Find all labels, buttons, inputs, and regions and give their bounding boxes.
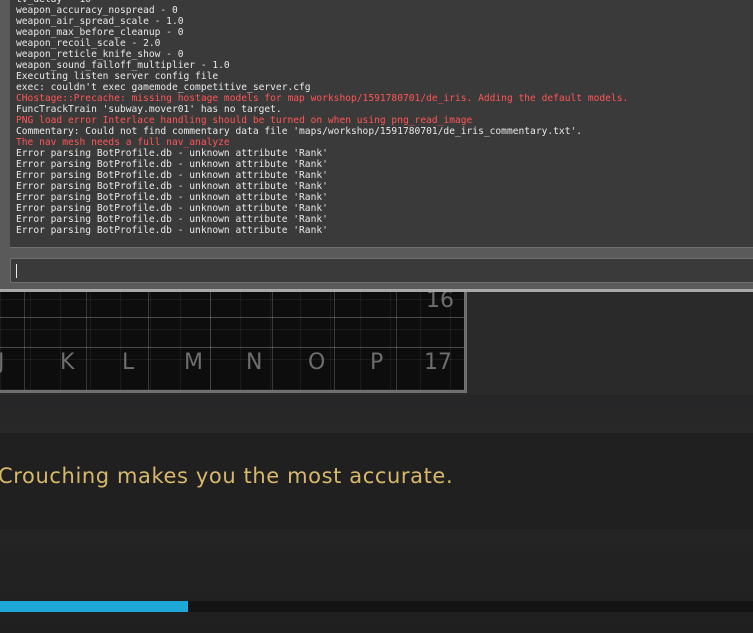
map-grid-line [0, 317, 464, 318]
loading-hint-text: Crouching makes you the most accurate. [0, 464, 454, 488]
game-screen: JKLMNOP 16 17 Crouching makes you the mo… [0, 0, 753, 633]
map-grid-line [148, 280, 149, 390]
console-line: Error parsing BotProfile.db - unknown at… [16, 192, 328, 203]
console-line: Error parsing BotProfile.db - unknown at… [16, 170, 328, 181]
map-column-letter: K [60, 350, 75, 375]
map-grid-line [210, 280, 211, 390]
map-grid-line [396, 280, 397, 390]
console-line: exec: couldn't exec gamemode_competitive… [16, 82, 311, 93]
map-column-letter: O [308, 350, 326, 375]
console-line: weapon_accuracy_nospread - 0 [16, 5, 178, 16]
loading-progress-bar [0, 601, 753, 612]
console-line: Error parsing BotProfile.db - unknown at… [16, 159, 328, 170]
map-overview-panel: JKLMNOP 16 17 [0, 280, 467, 393]
map-column-letter: P [370, 350, 384, 375]
map-column-letter: N [246, 350, 263, 375]
console-line: Error parsing BotProfile.db - unknown at… [16, 225, 328, 236]
map-column-letter: J [0, 350, 5, 375]
console-line: weapon_max_before_cleanup - 0 [16, 27, 184, 38]
console-line: Error parsing BotProfile.db - unknown at… [16, 214, 328, 225]
console-line: Error parsing BotProfile.db - unknown at… [16, 148, 328, 159]
console-line: weapon_recoil_scale - 2.0 [16, 38, 161, 49]
console-line: weapon_air_spread_scale - 1.0 [16, 16, 184, 27]
console-line: FuncTrackTrain 'subway.mover01' has no t… [16, 104, 282, 115]
console-line: Error parsing BotProfile.db - unknown at… [16, 203, 328, 214]
map-grid-line [0, 347, 464, 348]
console-output[interactable]: tv_delay - 10weapon_accuracy_nospread - … [10, 0, 753, 248]
console-line: weapon_sound_falloff_multiplier - 1.0 [16, 60, 230, 71]
map-grid-line [24, 280, 25, 390]
console-command-input[interactable] [15, 261, 715, 281]
console-line: Executing listen server config file [16, 71, 219, 82]
console-log: tv_delay - 10weapon_accuracy_nospread - … [10, 0, 753, 236]
map-grid-line [272, 280, 273, 390]
console-command-field[interactable] [10, 258, 753, 283]
loading-progress-fill [0, 601, 189, 612]
map-row-number: 17 [424, 350, 452, 375]
console-error-line: CHostage::Precache: missing hostage mode… [16, 93, 629, 104]
developer-console[interactable]: tv_delay - 10weapon_accuracy_nospread - … [0, 0, 753, 292]
map-grid-line [86, 280, 87, 390]
console-error-line: PNG load error Interlace handling should… [16, 115, 473, 126]
map-column-letter: L [122, 350, 135, 375]
console-error-line: The nav mesh needs a full nav_analyze [16, 137, 230, 148]
map-grid-line [334, 280, 335, 390]
console-line: weapon_reticle_knife_show - 0 [16, 49, 184, 60]
map-column-letter: M [184, 350, 203, 375]
console-line: Commentary: Could not find commentary da… [16, 126, 583, 137]
console-frame [0, 0, 10, 289]
console-line: Error parsing BotProfile.db - unknown at… [16, 181, 328, 192]
